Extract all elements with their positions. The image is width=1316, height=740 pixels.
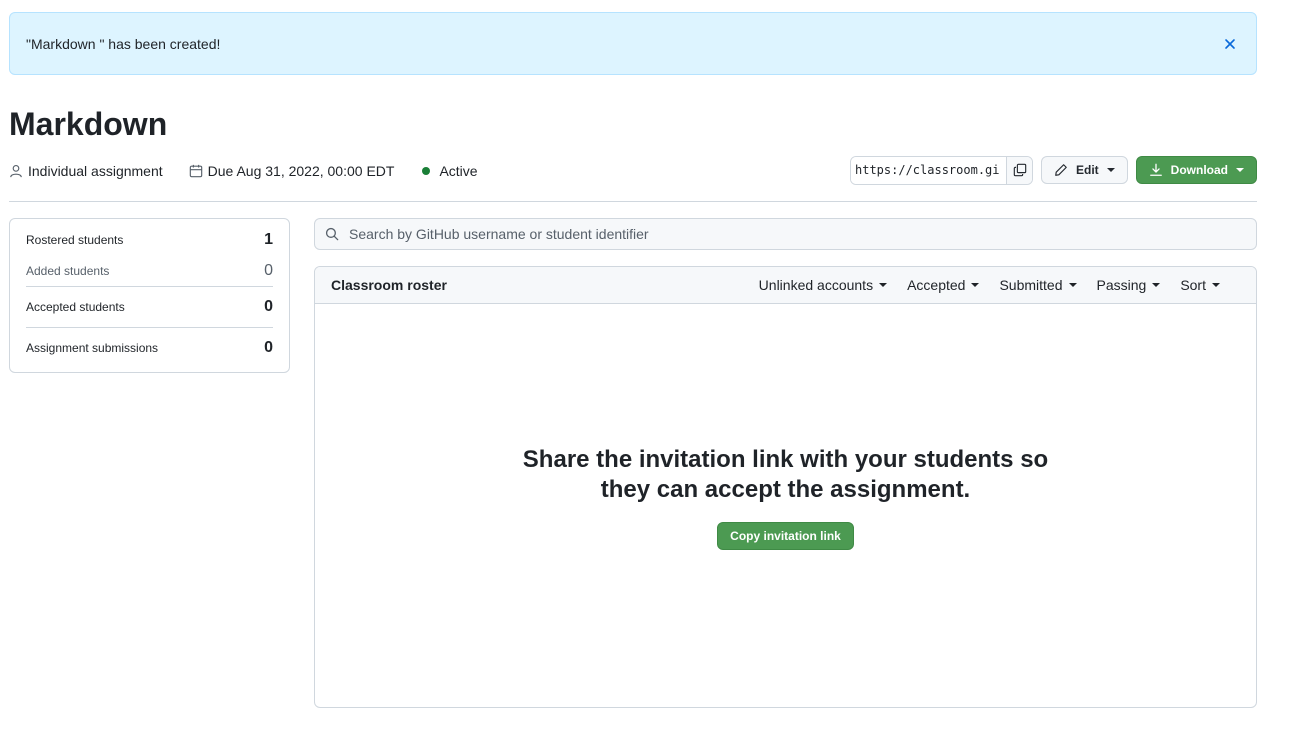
stat-value: 0	[264, 298, 273, 315]
chevron-down-icon	[1068, 283, 1077, 287]
copy-url-button[interactable]	[1006, 156, 1032, 184]
header-divider	[9, 201, 1257, 202]
stat-accepted-students: Accepted students 0	[26, 287, 273, 328]
roster-title: Classroom roster	[331, 277, 447, 293]
assignment-meta: Individual assignment Due Aug 31, 2022, …	[9, 160, 504, 182]
student-search[interactable]	[314, 218, 1257, 250]
filter-label: Unlinked accounts	[758, 277, 874, 293]
flash-banner: "Markdown " has been created!	[9, 12, 1257, 75]
stat-added-students: Added students 0	[26, 255, 273, 287]
filter-label: Passing	[1096, 277, 1147, 293]
filter-submitted[interactable]: Submitted	[999, 277, 1077, 293]
filter-label: Submitted	[999, 277, 1063, 293]
stat-label: Assignment submissions	[26, 341, 159, 355]
close-icon[interactable]	[1220, 34, 1240, 54]
due-date-label: Due Aug 31, 2022, 00:00 EDT	[207, 163, 395, 179]
download-button-label: Download	[1170, 163, 1228, 177]
filter-unlinked-accounts[interactable]: Unlinked accounts	[758, 277, 888, 293]
download-icon	[1149, 163, 1162, 176]
stat-rostered-students: Rostered students 1	[26, 225, 273, 255]
chevron-down-icon	[1106, 168, 1115, 172]
edit-button[interactable]: Edit	[1041, 156, 1128, 184]
person-icon	[10, 165, 22, 178]
edit-button-label: Edit	[1076, 163, 1099, 177]
download-button[interactable]: Download	[1135, 156, 1257, 184]
page-title: Markdown	[9, 106, 168, 142]
status-label: Active	[439, 163, 478, 179]
classroom-roster: Classroom roster Unlinked accounts Accep…	[314, 266, 1257, 708]
chevron-down-icon	[1212, 283, 1220, 287]
status-indicator: Active	[420, 163, 478, 179]
empty-state-message: Share the invitation link with your stud…	[522, 446, 1049, 503]
assignment-type-label: Individual assignment	[28, 163, 163, 179]
roster-header: Classroom roster Unlinked accounts Accep…	[315, 267, 1256, 304]
chevron-down-icon	[971, 283, 980, 287]
copy-invitation-link-button[interactable]: Copy invitation link	[717, 522, 854, 550]
filter-accepted[interactable]: Accepted	[907, 277, 980, 293]
copy-icon	[1013, 163, 1026, 177]
invite-url-box: https://classroom.gi	[850, 155, 1033, 185]
filter-passing[interactable]: Passing	[1097, 277, 1161, 293]
search-input[interactable]	[347, 225, 1246, 243]
calendar-icon	[189, 164, 202, 178]
assignment-type: Individual assignment	[9, 163, 163, 179]
chevron-down-icon	[1236, 168, 1244, 172]
status-dot-icon	[422, 167, 431, 175]
filter-sort[interactable]: Sort	[1180, 277, 1220, 293]
filter-label: Sort	[1180, 277, 1206, 293]
stat-label: Accepted students	[26, 300, 125, 314]
invite-url-field[interactable]: https://classroom.gi	[851, 156, 1006, 184]
stat-value: 1	[264, 231, 273, 248]
roster-empty-state: Share the invitation link with your stud…	[315, 445, 1256, 550]
flash-message: "Markdown " has been created!	[26, 35, 221, 52]
stat-value: 0	[264, 339, 273, 356]
stat-label: Rostered students	[26, 233, 124, 247]
due-date: Due Aug 31, 2022, 00:00 EDT	[189, 163, 395, 179]
chevron-down-icon	[1152, 283, 1161, 287]
assignment-actions: https://classroom.gi Edit Download	[850, 155, 1257, 185]
stat-assignment-submissions: Assignment submissions 0	[26, 328, 273, 368]
stat-value: 0	[264, 261, 273, 279]
stat-label: Added students	[26, 263, 110, 278]
chevron-down-icon	[879, 283, 888, 287]
search-icon	[325, 227, 339, 241]
filter-label: Accepted	[907, 277, 966, 293]
stats-panel: Rostered students 1 Added students 0 Acc…	[9, 218, 290, 373]
pencil-icon	[1055, 164, 1067, 176]
